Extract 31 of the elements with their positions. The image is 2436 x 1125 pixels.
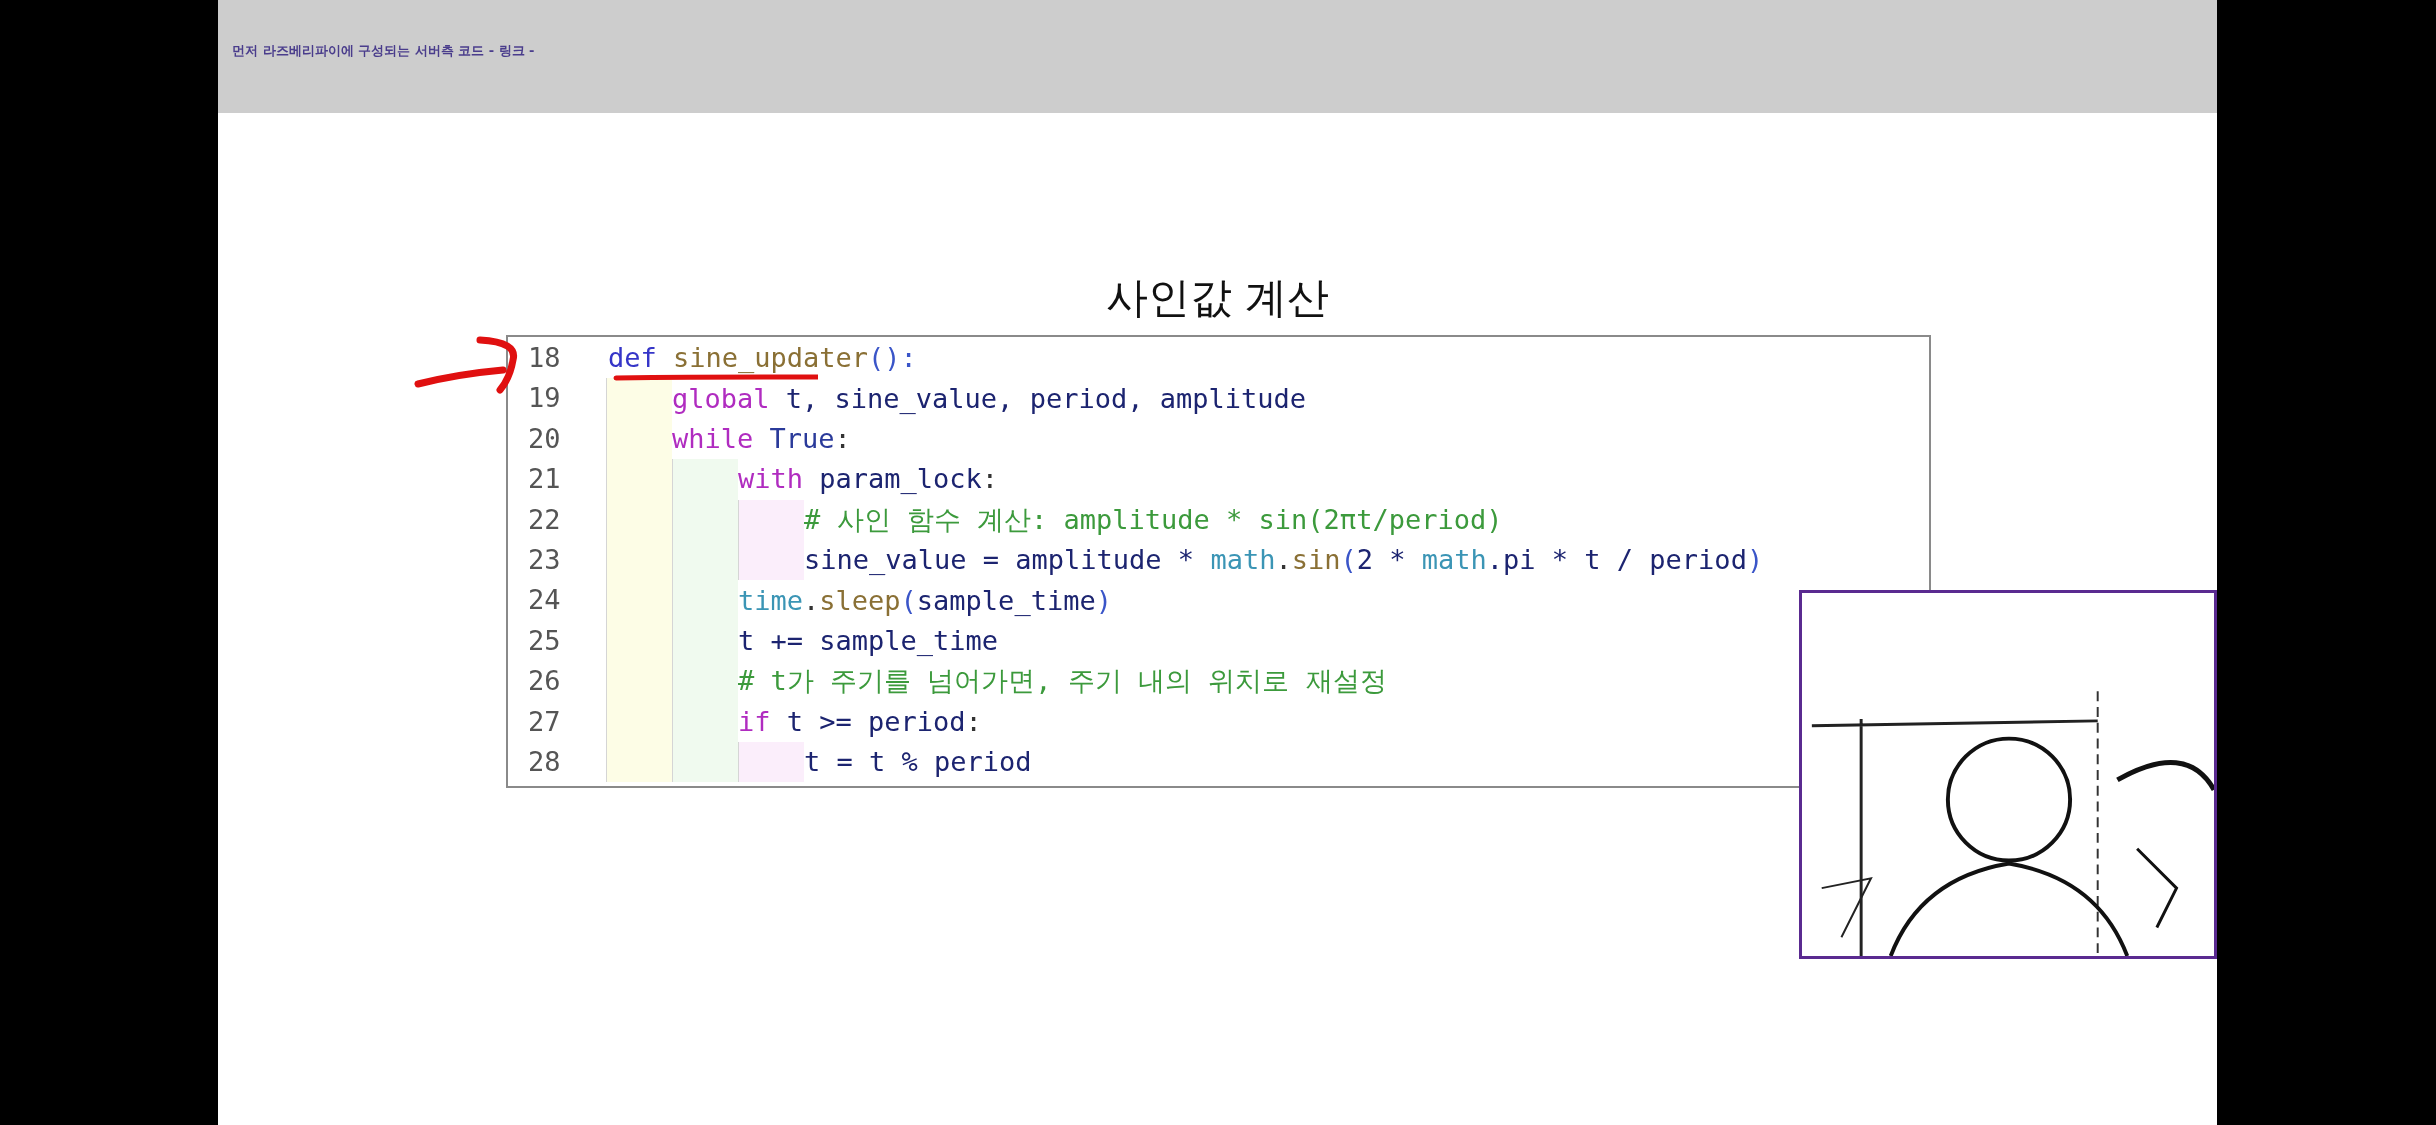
line-number: 21 <box>527 462 562 497</box>
indent-guide <box>672 459 738 500</box>
line-number: 25 <box>527 623 562 658</box>
indent-guide <box>738 741 804 783</box>
line-number: 18 <box>527 341 562 375</box>
code-line: while True: <box>672 422 851 455</box>
indent-guide <box>738 499 804 540</box>
code-line: global t, sine_value, period, amplitude <box>672 382 1306 415</box>
code-line: t = t % period <box>804 746 1032 779</box>
code-line: t += sample_time <box>738 624 999 657</box>
code-line: time.sleep(sample_time) <box>738 584 1112 617</box>
code-line: # 사인 함수 계산: amplitude * sin(2πt/period) <box>804 503 1503 536</box>
line-number: 19 <box>527 381 562 416</box>
slide-title: 사인값 계산 <box>1104 273 1331 323</box>
line-number: 27 <box>527 704 562 739</box>
header-text: 먼저 라즈베리파이에 구성되는 서버측 코드 - 링크 - <box>232 43 535 58</box>
indent-guide <box>606 741 672 783</box>
line-number: 24 <box>527 583 562 618</box>
line-number: 26 <box>527 664 562 699</box>
code-line: sine_value = amplitude * math.sin(2 * math.pi * t / period) <box>804 544 1764 577</box>
line-number: 28 <box>527 744 562 779</box>
line-number: 22 <box>527 502 562 537</box>
code-line: if t >= period: <box>738 705 982 738</box>
indent-guide <box>672 741 738 783</box>
line-number: 23 <box>527 542 562 577</box>
indent-guide <box>606 378 672 419</box>
code-line: with param_lock: <box>738 463 999 496</box>
indent-guide <box>738 539 804 581</box>
line-number: 20 <box>527 421 562 456</box>
code-line: # t가 주기를 넘어가면, 주기 내의 위치로 재설정 <box>738 665 1387 698</box>
code-line: def sine_updater(): <box>608 342 917 375</box>
